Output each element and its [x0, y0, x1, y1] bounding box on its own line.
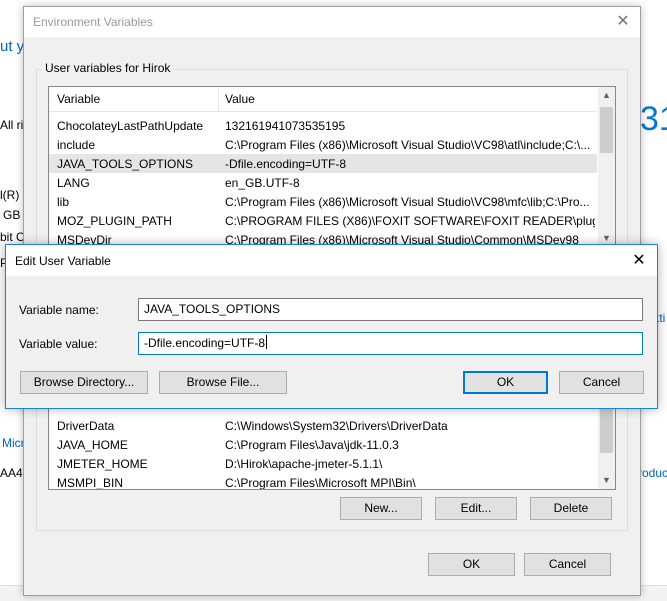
bg-fragment: roduct	[638, 466, 667, 480]
table-row[interactable]: JAVA_HOME C:\Program Files\Java\jdk-11.0.…	[49, 435, 597, 454]
bg-fragment: Micr	[2, 436, 25, 450]
close-icon[interactable]: ✕	[627, 249, 651, 273]
browse-directory-button[interactable]: Browse Directory...	[20, 371, 148, 394]
env-titlebar: Environment Variables ✕	[24, 7, 640, 37]
edit-button[interactable]: Edit...	[435, 497, 517, 520]
variable-value-cell: C:\PROGRAM FILES (X86)\FOXIT SOFTWARE\FO…	[225, 214, 595, 228]
column-header-variable[interactable]: Variable	[57, 92, 100, 106]
delete-button[interactable]: Delete	[530, 497, 612, 520]
variable-name-value: JAVA_TOOLS_OPTIONS	[144, 302, 281, 316]
column-divider[interactable]	[218, 87, 219, 111]
env-dialog-title: Environment Variables	[33, 15, 153, 29]
edit-titlebar: Edit User Variable ✕	[6, 245, 657, 276]
bg-fragment: 31	[640, 100, 667, 138]
variable-value-cell: 132161941073535195	[225, 119, 346, 133]
variable-name-cell: MOZ_PLUGIN_PATH	[57, 214, 172, 228]
variable-name-field[interactable]: JAVA_TOOLS_OPTIONS	[138, 298, 643, 321]
variable-value-cell: D:\Hirok\apache-jmeter-5.1.1\	[225, 457, 383, 471]
variable-name-cell: include	[57, 138, 96, 152]
new-button[interactable]: New...	[340, 497, 422, 520]
edit-ok-button[interactable]: OK	[463, 371, 548, 394]
table-row[interactable]: LANG en_GB.UTF-8	[49, 173, 597, 192]
variable-value-label: Variable value:	[19, 337, 98, 351]
table-row[interactable]: include C:\Program Files (x86)\Microsoft …	[49, 135, 597, 154]
variable-value-cell: C:\Windows\System32\Drivers\DriverData	[225, 419, 448, 433]
variable-name-cell: JAVA_TOOLS_OPTIONS	[57, 157, 194, 171]
scroll-down-icon[interactable]: ▼	[598, 472, 615, 489]
scrollbar-thumb[interactable]	[600, 403, 613, 453]
variable-value-cell: en_GB.UTF-8	[225, 176, 300, 190]
table-row[interactable]: MSMPI_BIN C:\Program Files\Microsoft MPI\…	[49, 473, 597, 490]
bg-fragment: l(R)	[0, 188, 20, 202]
edit-cancel-button[interactable]: Cancel	[559, 371, 644, 394]
variable-value-cell: C:\Program Files (x86)\Microsoft Visual …	[225, 195, 590, 209]
edit-dialog-title: Edit User Variable	[15, 254, 111, 268]
table-row[interactable]: JAVA_TOOLS_OPTIONS -Dfile.encoding=UTF-8	[49, 154, 597, 173]
list-header: Variable Value	[49, 87, 597, 112]
variable-value-cell: C:\Program Files\Microsoft MPI\Bin\	[225, 476, 416, 490]
variable-name-cell: LANG	[57, 176, 90, 190]
table-row[interactable]: lib C:\Program Files (x86)\Microsoft Visu…	[49, 192, 597, 211]
bg-fragment: bit O	[0, 230, 26, 244]
system-variables-list[interactable]: DriverData C:\Windows\System32\Drivers\Dr…	[48, 402, 616, 490]
variable-value-field[interactable]: -Dfile.encoding=UTF-8	[138, 332, 643, 355]
scroll-up-icon[interactable]: ▲	[598, 87, 615, 104]
edit-user-variable-dialog: Edit User Variable ✕ Variable name: JAVA…	[5, 244, 658, 409]
scrollbar-thumb[interactable]	[600, 107, 613, 153]
env-ok-button[interactable]: OK	[428, 553, 515, 576]
variable-value-cell: C:\Program Files\Java\jdk-11.0.3	[225, 438, 399, 452]
text-caret	[266, 335, 268, 349]
bg-fragment: AA4	[0, 466, 23, 480]
variable-value-cell: -Dfile.encoding=UTF-8	[225, 157, 347, 171]
table-row[interactable]: JMETER_HOME D:\Hirok\apache-jmeter-5.1.1\	[49, 454, 597, 473]
variable-name-cell: lib	[57, 195, 70, 209]
variable-value-cell: C:\Program Files (x86)\Microsoft Visual …	[225, 138, 591, 152]
bg-fragment: GB	[3, 208, 21, 222]
variable-name-cell: MSMPI_BIN	[57, 476, 124, 490]
user-variables-label: User variables for Hirok	[42, 61, 174, 75]
table-row[interactable]: DriverData C:\Windows\System32\Drivers\Dr…	[49, 416, 597, 435]
close-icon[interactable]: ✕	[612, 11, 634, 33]
bg-fragment: ut y	[0, 38, 25, 55]
variable-name-cell: DriverData	[57, 419, 115, 433]
variable-name-label: Variable name:	[19, 303, 99, 317]
variable-value-text: -Dfile.encoding=UTF-8	[144, 336, 266, 350]
table-row[interactable]: MOZ_PLUGIN_PATH C:\PROGRAM FILES (X86)\FO…	[49, 211, 597, 230]
vertical-scrollbar[interactable]: ▲ ▼	[598, 87, 615, 247]
variable-name-cell: JMETER_HOME	[57, 457, 148, 471]
user-variables-list[interactable]: Variable Value ChocolateyLastPathUpdate 1…	[48, 86, 616, 248]
vertical-scrollbar[interactable]: ▼	[598, 403, 615, 489]
table-row[interactable]: ChocolateyLastPathUpdate 1321619410735351…	[49, 116, 597, 135]
browse-file-button[interactable]: Browse File...	[159, 371, 287, 394]
variable-name-cell: JAVA_HOME	[57, 438, 128, 452]
variable-name-cell: ChocolateyLastPathUpdate	[57, 119, 204, 133]
env-cancel-button[interactable]: Cancel	[524, 553, 611, 576]
column-header-value[interactable]: Value	[225, 92, 255, 106]
